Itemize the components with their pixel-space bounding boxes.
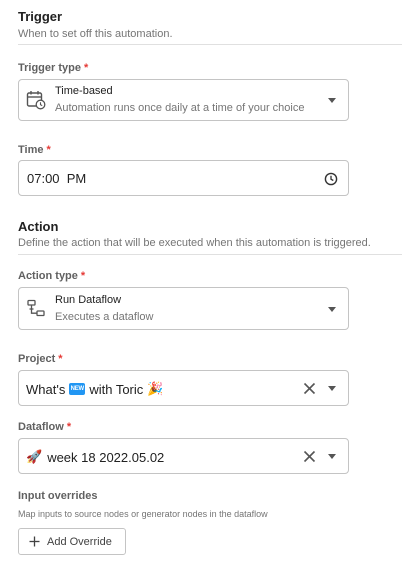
project-value: What's NEW with Toric 🎉: [26, 381, 163, 397]
trigger-type-value: Time-based: [55, 85, 113, 97]
rocket-icon: 🚀: [26, 449, 43, 464]
clear-icon[interactable]: [303, 382, 316, 395]
chevron-down-icon[interactable]: [328, 98, 336, 103]
action-type-description: Executes a dataflow: [55, 311, 154, 323]
project-select[interactable]: What's NEW with Toric 🎉: [18, 370, 349, 406]
add-override-button[interactable]: Add Override: [18, 528, 126, 555]
action-section-subtitle: Define the action that will be executed …: [18, 237, 371, 249]
action-type-value: Run Dataflow: [55, 294, 122, 306]
add-override-label: Add Override: [47, 535, 112, 548]
trigger-type-label: Trigger type *: [18, 62, 89, 74]
project-name-suffix: with Toric: [89, 381, 144, 397]
dataflow-icon: [27, 299, 45, 317]
chevron-down-icon[interactable]: [328, 386, 336, 391]
chevron-down-icon[interactable]: [328, 454, 336, 459]
input-overrides-label: Input overrides: [18, 490, 98, 502]
project-label: Project *: [18, 353, 63, 365]
action-section-title: Action: [18, 219, 59, 234]
trigger-section-title: Trigger: [18, 9, 63, 24]
trigger-section-subtitle: When to set off this automation.: [18, 28, 173, 40]
time-input[interactable]: 07:00 PM: [18, 160, 349, 196]
plus-icon: [29, 536, 40, 547]
calendar-clock-icon: [26, 90, 46, 110]
dataflow-label: Dataflow *: [18, 421, 72, 433]
dataflow-name: week 18 2022.05.02: [47, 449, 165, 465]
action-divider: [18, 254, 402, 255]
new-badge: NEW: [69, 383, 86, 395]
time-label: Time *: [18, 144, 51, 156]
chevron-down-icon[interactable]: [328, 307, 336, 312]
time-value: 07:00 PM: [27, 171, 87, 186]
project-name-prefix: What's: [26, 381, 66, 397]
party-popper-icon: 🎉: [147, 381, 164, 396]
trigger-divider: [18, 44, 402, 45]
action-type-label: Action type *: [18, 270, 86, 282]
dataflow-value: 🚀 week 18 2022.05.02: [26, 449, 164, 465]
trigger-type-select[interactable]: Time-based Automation runs once daily at…: [18, 79, 349, 121]
action-type-select[interactable]: Run Dataflow Executes a dataflow: [18, 287, 349, 330]
input-overrides-description: Map inputs to source nodes or generator …: [18, 509, 268, 519]
clear-icon[interactable]: [303, 450, 316, 463]
clock-icon[interactable]: [324, 172, 338, 186]
dataflow-select[interactable]: 🚀 week 18 2022.05.02: [18, 438, 349, 474]
trigger-type-description: Automation runs once daily at a time of …: [55, 102, 305, 114]
